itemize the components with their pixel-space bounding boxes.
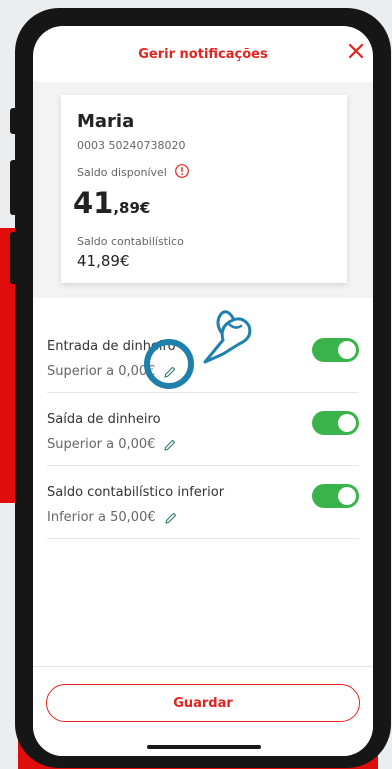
threshold-text: Superior a 0,00€ — [47, 364, 156, 379]
notification-toggle[interactable] — [312, 484, 359, 508]
account-holder-name: Maria — [77, 111, 135, 132]
notification-row-outgoing: Saída de dinheiro Superior a 0,00€ — [47, 393, 359, 466]
notification-threshold: Superior a 0,00€ — [47, 437, 177, 452]
phone-side-button — [10, 108, 18, 134]
info-icon[interactable] — [174, 163, 190, 179]
header-bar: Gerir notificações — [33, 26, 373, 82]
account-number: 0003 50240738020 — [77, 139, 186, 152]
available-balance-label: Saldo disponível — [77, 166, 167, 179]
accounting-balance-label: Saldo contabilístico — [77, 235, 184, 248]
threshold-text: Inferior a 50,00€ — [47, 510, 156, 525]
toggle-knob — [338, 341, 356, 359]
phone-volume-down-button — [10, 232, 18, 284]
notification-toggle[interactable] — [312, 411, 359, 435]
pencil-icon[interactable] — [163, 438, 177, 452]
threshold-text: Superior a 0,00€ — [47, 437, 156, 452]
pencil-icon[interactable] — [164, 511, 178, 525]
page-title: Gerir notificações — [138, 46, 268, 62]
notification-label: Saldo contabilístico inferior — [47, 485, 225, 500]
available-balance: 41,89€ — [73, 186, 150, 220]
available-balance-decimal: ,89€ — [113, 199, 151, 217]
account-summary-area: Maria 0003 50240738020 Saldo disponível … — [33, 82, 373, 298]
close-icon[interactable] — [345, 40, 367, 62]
footer: Guardar — [33, 666, 373, 756]
account-card: Maria 0003 50240738020 Saldo disponível … — [61, 95, 347, 283]
pointing-hand-icon — [203, 310, 252, 364]
app-screen: Gerir notificações Maria 0003 5024073802… — [33, 26, 373, 756]
notification-row-low-balance: Saldo contabilístico inferior Inferior a… — [47, 466, 359, 539]
home-indicator — [147, 745, 261, 749]
save-button[interactable]: Guardar — [46, 684, 360, 722]
notification-label: Saída de dinheiro — [47, 412, 161, 427]
notification-toggle[interactable] — [312, 338, 359, 362]
accounting-balance-value: 41,89€ — [77, 252, 130, 270]
phone-volume-up-button — [10, 160, 18, 215]
toggle-knob — [338, 487, 356, 505]
tap-highlight-ring — [144, 339, 194, 389]
toggle-knob — [338, 414, 356, 432]
available-balance-integer: 41 — [73, 186, 114, 220]
notification-threshold: Inferior a 50,00€ — [47, 510, 178, 525]
